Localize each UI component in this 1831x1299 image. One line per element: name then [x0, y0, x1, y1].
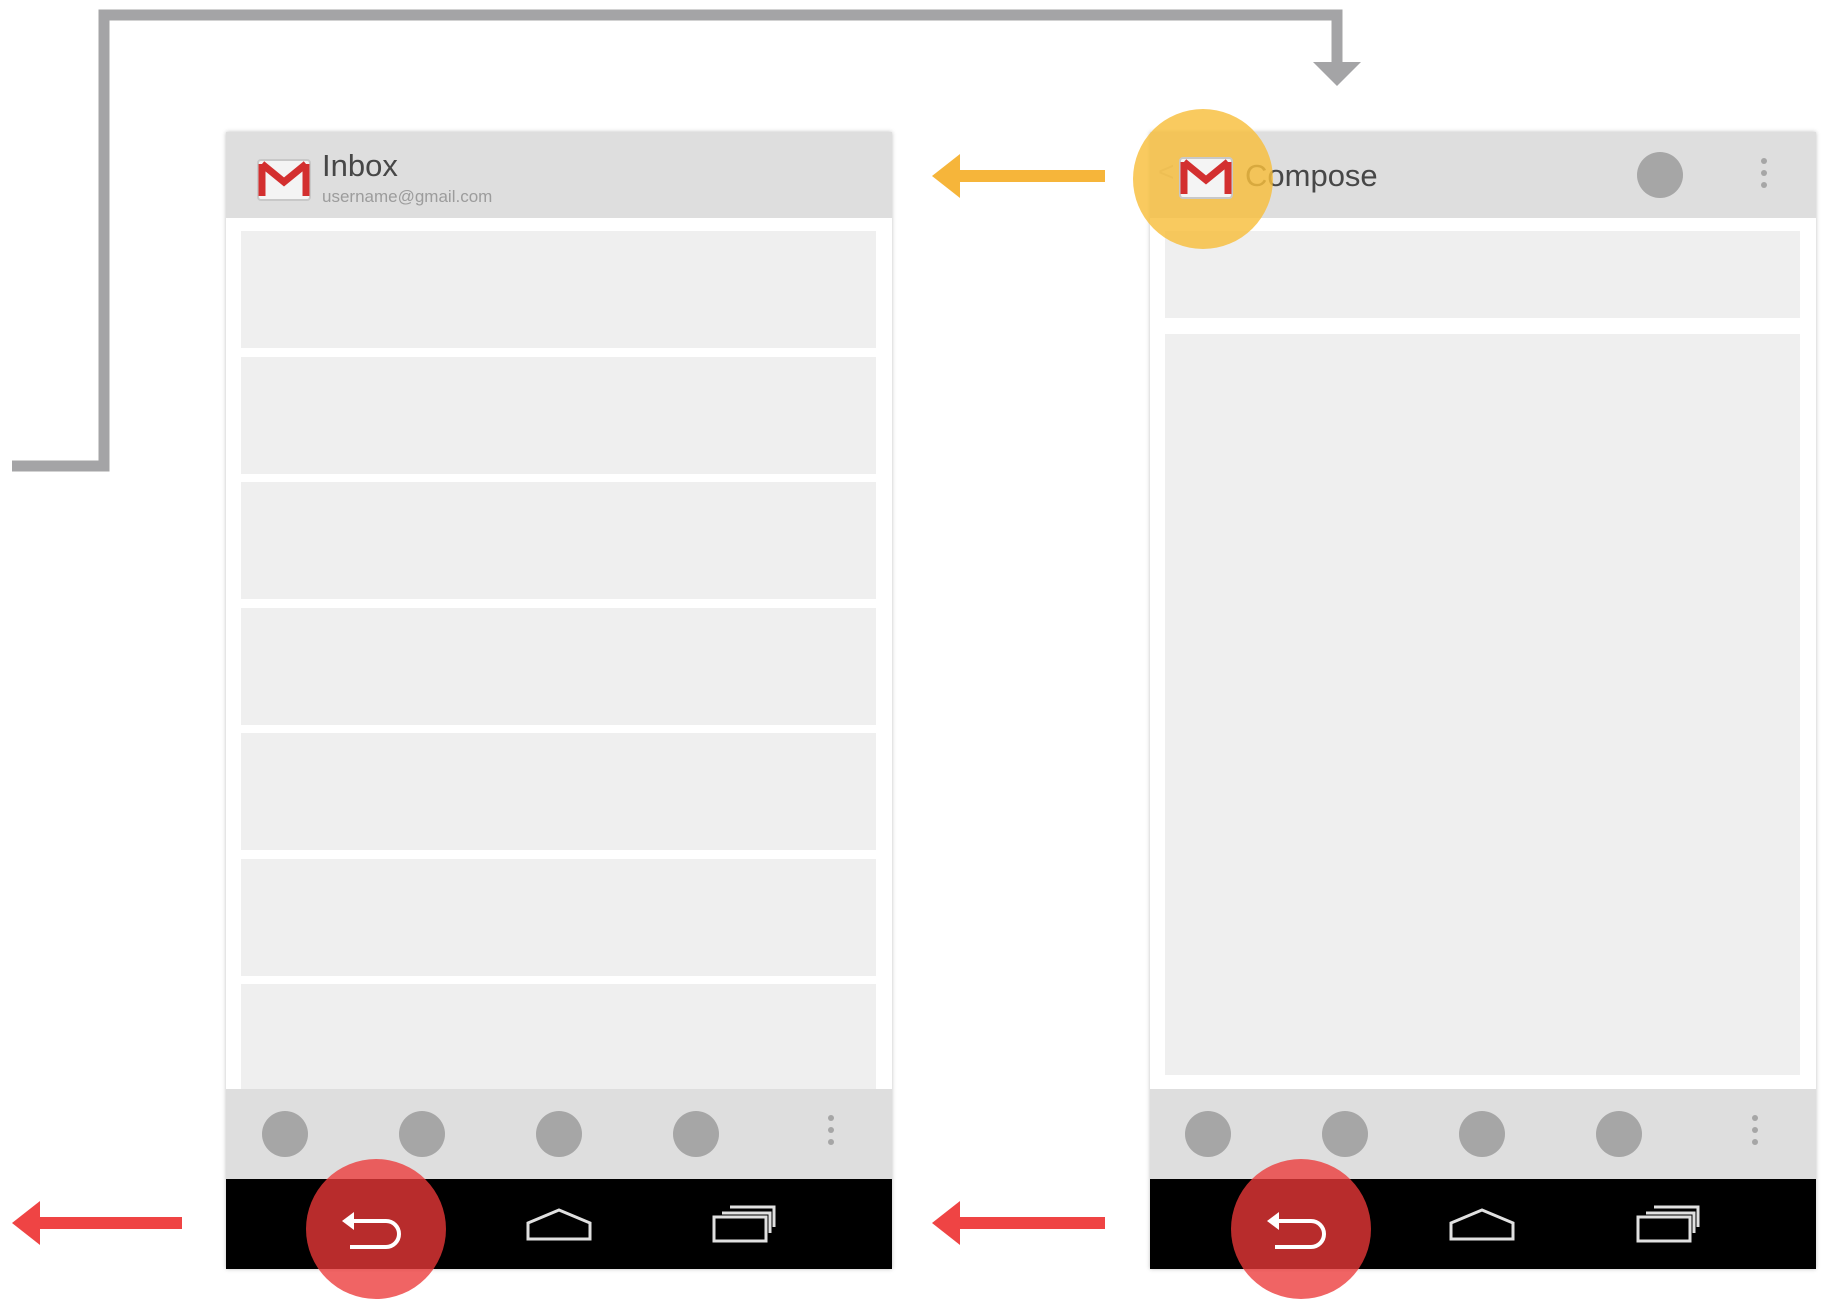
gmail-icon[interactable]: [256, 156, 312, 202]
list-item[interactable]: [241, 608, 876, 725]
action-icon[interactable]: [1596, 1111, 1642, 1157]
compose-recipient-field[interactable]: [1165, 231, 1800, 318]
home-icon[interactable]: [524, 1207, 594, 1241]
compose-body-field[interactable]: [1165, 334, 1800, 1075]
inbox-action-bar: Inbox username@gmail.com: [226, 132, 892, 218]
up-nav-arrowhead: [932, 154, 960, 198]
action-icon[interactable]: [536, 1111, 582, 1157]
overflow-menu-icon[interactable]: [828, 1115, 834, 1151]
action-icon[interactable]: [1185, 1111, 1231, 1157]
back-nav-arrowhead-right: [932, 1201, 960, 1245]
action-icon[interactable]: [399, 1111, 445, 1157]
inbox-title: Inbox: [322, 148, 398, 183]
inbox-bottom-action-bar: [226, 1089, 892, 1179]
list-item[interactable]: [241, 733, 876, 850]
list-item[interactable]: [241, 984, 876, 1089]
overflow-menu-icon[interactable]: [1752, 1115, 1758, 1151]
back-nav-arrowhead-left: [12, 1201, 40, 1245]
list-item[interactable]: [241, 357, 876, 474]
account-subtitle: username@gmail.com: [322, 187, 493, 206]
compose-bottom-action-bar: [1150, 1089, 1816, 1179]
action-icon[interactable]: [1322, 1111, 1368, 1157]
inbox-phone: Inbox username@gmail.com: [226, 132, 892, 1269]
action-icon[interactable]: [262, 1111, 308, 1157]
list-item[interactable]: [241, 482, 876, 599]
recent-apps-icon[interactable]: [1634, 1203, 1700, 1243]
up-button-highlight[interactable]: [1133, 109, 1273, 249]
action-icon[interactable]: [673, 1111, 719, 1157]
action-icon[interactable]: [1459, 1111, 1505, 1157]
gmail-icon[interactable]: [1178, 154, 1234, 200]
list-item[interactable]: [241, 231, 876, 348]
home-icon[interactable]: [1447, 1207, 1517, 1241]
back-button-highlight[interactable]: [1231, 1159, 1371, 1299]
overflow-menu-icon[interactable]: [1761, 158, 1767, 194]
back-button-highlight[interactable]: [306, 1159, 446, 1299]
recent-apps-icon[interactable]: [710, 1203, 776, 1243]
action-icon[interactable]: [1637, 152, 1683, 198]
back-icon[interactable]: [1265, 1209, 1337, 1249]
list-item[interactable]: [241, 859, 876, 976]
back-icon[interactable]: [340, 1209, 412, 1249]
flow-connector-arrowhead: [1313, 62, 1361, 86]
compose-phone: < Compose: [1150, 132, 1816, 1269]
